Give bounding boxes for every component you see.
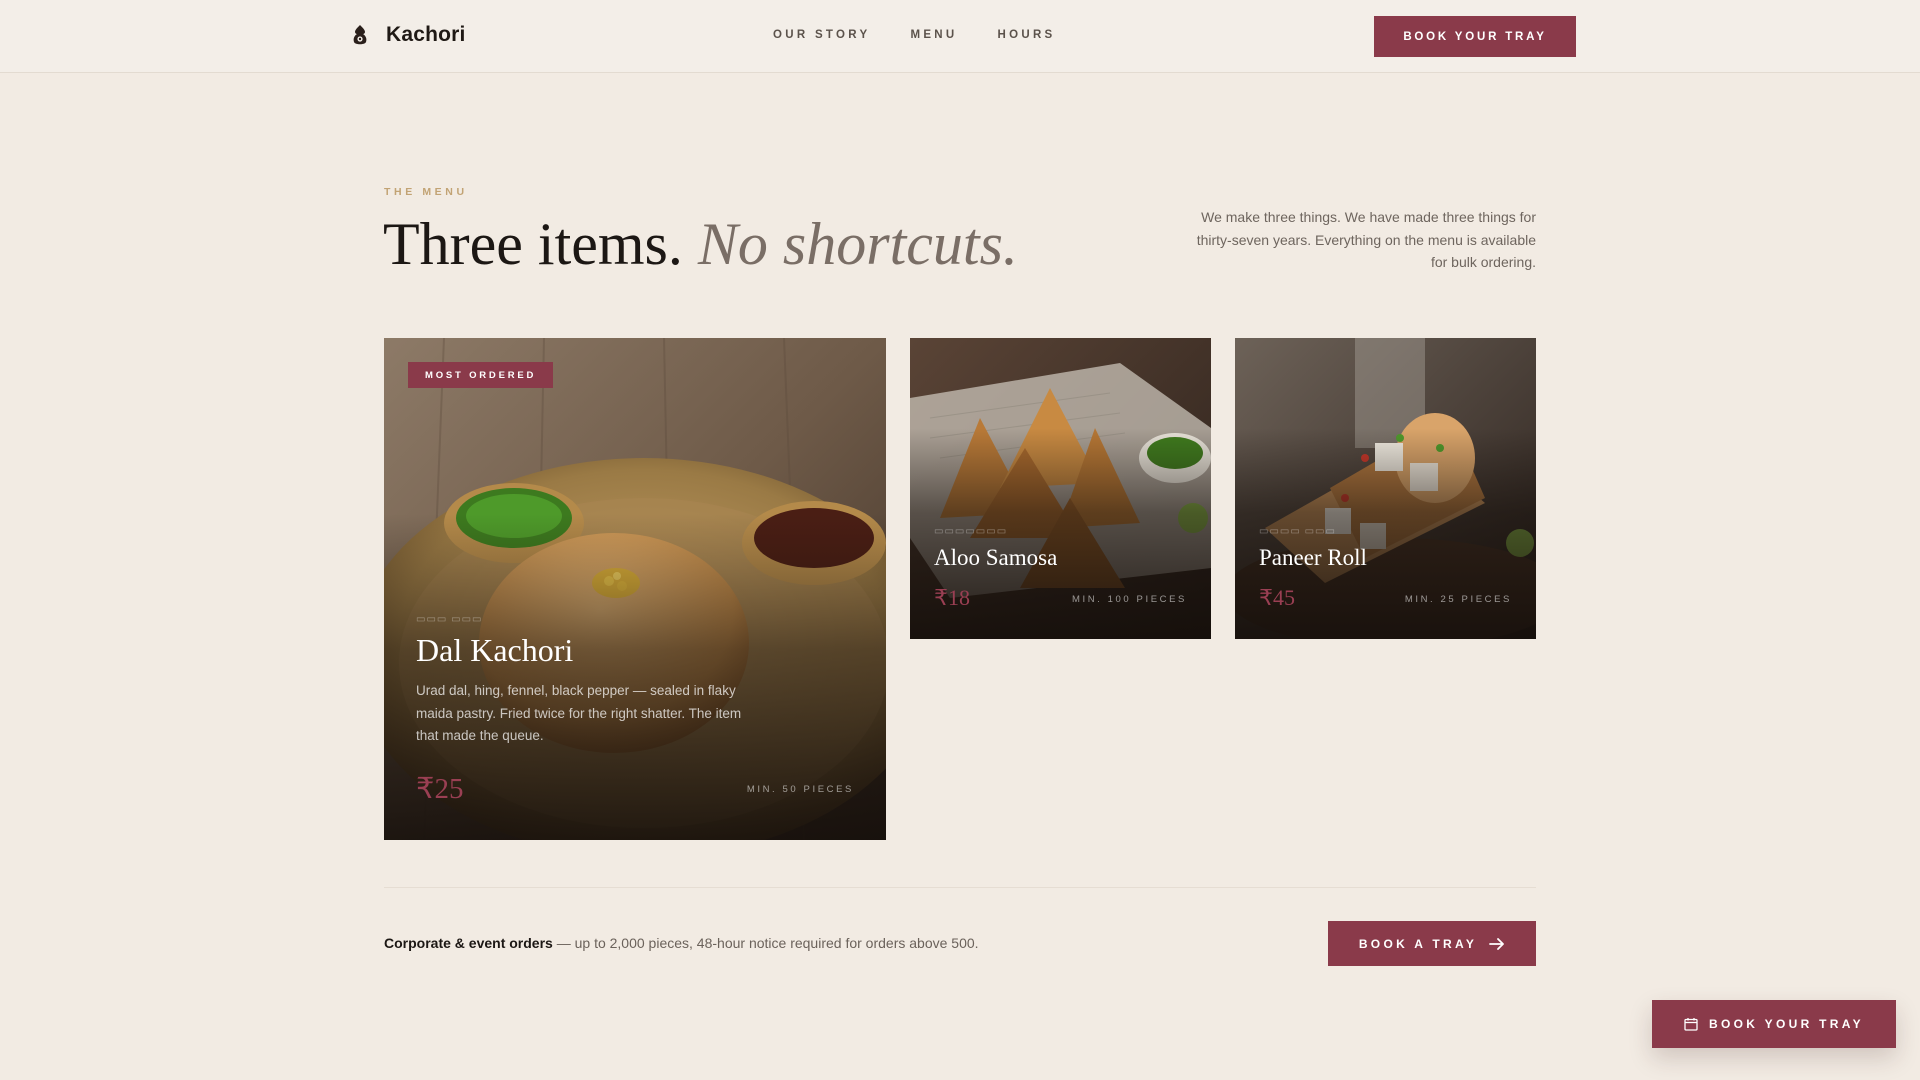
- kachori-logo-icon: [353, 25, 367, 45]
- card-price: ₹25: [416, 773, 464, 805]
- nav-our-story[interactable]: OUR STORY: [773, 29, 870, 41]
- brand-name: Kachori: [386, 23, 466, 46]
- floating-book-your-tray-button[interactable]: BOOK YOUR TRAY: [1652, 1000, 1896, 1048]
- card-title: Paneer Roll: [1259, 545, 1367, 570]
- headline-italic: No shortcuts.: [697, 211, 1018, 277]
- section-eyebrow: THE MENU: [384, 186, 468, 198]
- corporate-text: — up to 2,000 pieces, 48-hour notice req…: [556, 935, 979, 951]
- most-ordered-badge: MOST ORDERED: [408, 362, 554, 388]
- menu-card-dal-kachori[interactable]: MOST ORDERED ▭▭▭ ▭▭▭ Dal Kachori Urad da…: [384, 338, 886, 840]
- card-shade: [384, 338, 886, 840]
- main-nav: OUR STORY MENU HOURS: [773, 29, 1096, 41]
- corporate-orders-note: Corporate & event orders — up to 2,000 p…: [384, 935, 979, 951]
- card-title: Dal Kachori: [416, 632, 574, 668]
- script-caption: ▭▭▭ ▭▭▭: [416, 614, 483, 625]
- calendar-icon: [1684, 1018, 1698, 1031]
- book-a-tray-label: BOOK A TRAY: [1358, 936, 1478, 951]
- book-a-tray-button[interactable]: BOOK A TRAY: [1328, 921, 1536, 966]
- card-price: ₹18: [934, 585, 970, 610]
- section-divider: [384, 887, 1536, 888]
- menu-card-paneer-roll[interactable]: ▭▭▭▭ ▭▭▭ Paneer Roll ₹45 MIN. 25 PIECES: [1235, 338, 1536, 639]
- card-description: Urad dal, hing, fennel, black pepper — s…: [416, 683, 742, 743]
- intro-copy: We make three things. We have made three…: [1196, 209, 1536, 270]
- card-minimum: MIN. 25 PIECES: [1404, 594, 1512, 605]
- card-price: ₹45: [1259, 585, 1295, 610]
- script-caption: ▭▭▭▭▭▭▭: [934, 526, 1008, 537]
- menu-card-aloo-samosa[interactable]: ▭▭▭▭▭▭▭ Aloo Samosa ₹18 MIN. 100 PIECES: [910, 338, 1211, 639]
- card-minimum: MIN. 50 PIECES: [746, 784, 854, 795]
- arrow-right-icon: [1489, 937, 1505, 950]
- headline-main: Three items.: [383, 211, 683, 277]
- site-header: Kachori OUR STORY MENU HOURS BOOK YOUR T…: [0, 0, 1920, 73]
- section-headline: Three items. No shortcuts.: [383, 210, 1018, 279]
- script-caption: ▭▭▭▭ ▭▭▭: [1259, 526, 1336, 537]
- book-your-tray-header-button[interactable]: BOOK YOUR TRAY: [1374, 16, 1576, 57]
- nav-menu[interactable]: MENU: [910, 29, 957, 41]
- corporate-label: Corporate & event orders: [384, 935, 553, 951]
- floating-cta-label: BOOK YOUR TRAY: [1709, 1017, 1864, 1031]
- nav-hours[interactable]: HOURS: [998, 29, 1056, 41]
- brand-logo[interactable]: Kachori: [351, 23, 466, 47]
- card-minimum: MIN. 100 PIECES: [1071, 594, 1187, 605]
- card-title: Aloo Samosa: [934, 545, 1058, 570]
